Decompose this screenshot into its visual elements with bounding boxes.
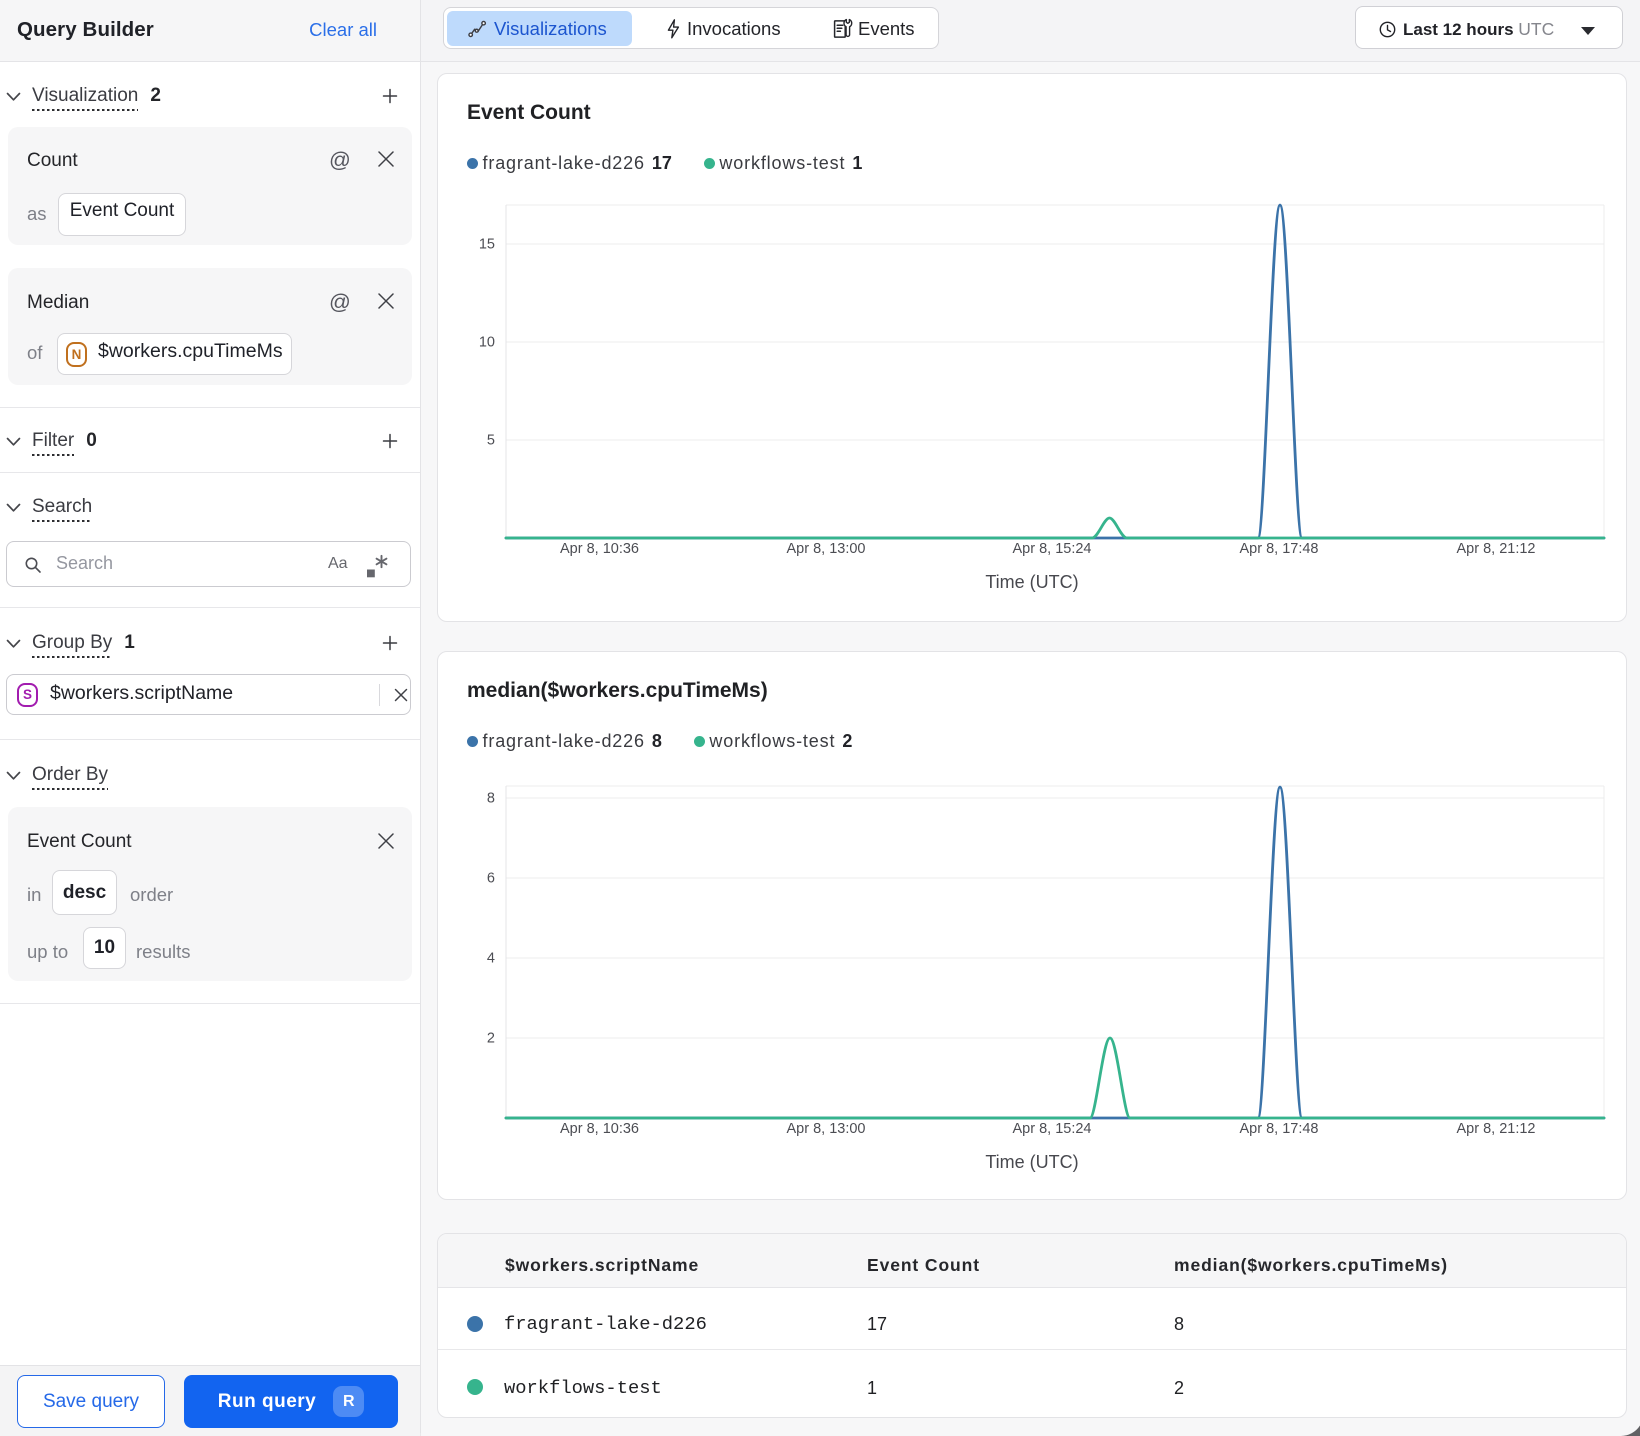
svg-text:Apr 8, 21:12: Apr 8, 21:12 (1457, 541, 1536, 557)
svg-text:4: 4 (487, 951, 495, 967)
svg-text:8: 8 (487, 791, 495, 807)
svg-text:10: 10 (479, 335, 495, 351)
svg-text:Apr 8, 13:00: Apr 8, 13:00 (787, 541, 866, 557)
svg-text:Apr 8, 17:48: Apr 8, 17:48 (1240, 1121, 1319, 1137)
svg-text:Time (UTC): Time (UTC) (985, 572, 1078, 592)
svg-text:Time (UTC): Time (UTC) (985, 1152, 1078, 1172)
svg-text:Apr 8, 10:36: Apr 8, 10:36 (560, 541, 639, 557)
svg-text:Apr 8, 17:48: Apr 8, 17:48 (1240, 541, 1319, 557)
svg-text:Apr 8, 15:24: Apr 8, 15:24 (1013, 541, 1092, 557)
svg-text:6: 6 (487, 871, 495, 887)
svg-text:Apr 8, 21:12: Apr 8, 21:12 (1457, 1121, 1536, 1137)
svg-text:Apr 8, 10:36: Apr 8, 10:36 (560, 1121, 639, 1137)
svg-text:Apr 8, 13:00: Apr 8, 13:00 (787, 1121, 866, 1137)
svg-text:2: 2 (487, 1031, 495, 1047)
svg-text:15: 15 (479, 237, 495, 253)
svg-text:5: 5 (487, 433, 495, 449)
svg-text:Apr 8, 15:24: Apr 8, 15:24 (1013, 1121, 1092, 1137)
